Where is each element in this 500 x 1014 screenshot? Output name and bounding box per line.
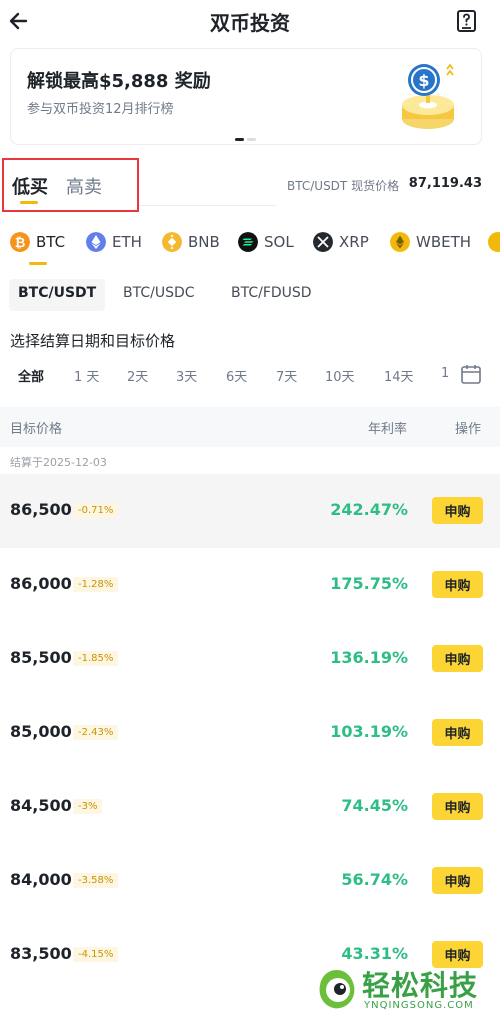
price-diff-badge: -1.85% (73, 651, 119, 666)
svg-text:₿: ₿ (15, 236, 26, 251)
tab-sell-high[interactable]: 高卖 (66, 173, 102, 199)
date-option[interactable]: 14天 (384, 366, 414, 385)
table-row[interactable]: 85,000 -2.43% 103.19% 申购 (0, 696, 500, 770)
subscribe-button[interactable]: 申购 (432, 645, 483, 672)
target-price: 85,500 (10, 648, 72, 667)
bnb-icon (162, 232, 182, 252)
target-price: 84,500 (10, 796, 72, 815)
coin-label: ETH (112, 233, 142, 251)
coin-label: XRP (339, 233, 369, 251)
price-diff-badge: -3% (73, 799, 103, 814)
active-coin-indicator (29, 262, 47, 265)
date-option[interactable]: 1 天 (74, 366, 99, 385)
pair-btc-usdt[interactable]: BTC/USDT (9, 279, 106, 311)
date-option-all[interactable]: 全部 (18, 366, 44, 385)
watermark-logo-icon (319, 970, 355, 1009)
coin-label: BTC (36, 233, 66, 251)
table-header: 目标价格 年利率 操作 (0, 407, 500, 447)
coin-btc[interactable]: ₿ BTC (10, 232, 65, 252)
price-diff-badge: -3.58% (73, 873, 119, 888)
date-option[interactable]: 7天 (276, 366, 297, 385)
apy-value: 74.45% (341, 796, 408, 815)
usdc-coin-reward-illustration: $ (402, 63, 454, 129)
coin-label: SOL (264, 233, 294, 251)
apy-value: 175.75% (330, 574, 408, 593)
watermark-text: 轻松科技 (362, 969, 479, 1002)
pair-btc-usdc[interactable]: BTC/USDC (114, 279, 204, 311)
column-action: 操作 (455, 422, 482, 437)
coin-xrp[interactable]: XRP (313, 232, 369, 252)
coin-selector: ₿ BTC ETH BNB SOL XRP WBETH (0, 226, 500, 266)
column-apy: 年利率 (368, 422, 408, 437)
target-price: 83,500 (10, 944, 72, 963)
target-price: 84,000 (10, 870, 72, 889)
apy-value: 103.19% (330, 722, 408, 741)
subscribe-button[interactable]: 申购 (432, 719, 483, 746)
apy-value: 136.19% (330, 648, 408, 667)
settlement-section-title: 选择结算日期和目标价格 (10, 332, 176, 350)
svg-text:$: $ (418, 71, 429, 90)
table-row[interactable]: 84,500 -3% 74.45% 申购 (0, 770, 500, 844)
eth-icon (86, 232, 106, 252)
price-diff-badge: -0.71% (73, 503, 119, 518)
date-option[interactable]: 3天 (176, 366, 197, 385)
carousel-dot[interactable] (235, 138, 244, 141)
banner-subtitle: 参与双币投资12月排行榜 (27, 102, 174, 117)
coin-eth[interactable]: ETH (86, 232, 142, 252)
tab-buy-low[interactable]: 低买 (12, 173, 48, 199)
xrp-icon (313, 232, 333, 252)
watermark-url: YNQINGSONG.COM (364, 1000, 474, 1011)
promo-banner[interactable]: 解锁最高$5,888 奖励 参与双币投资12月排行榜 $ (10, 48, 482, 145)
table-row[interactable]: 84,000 -3.58% 56.74% 申购 (0, 844, 500, 918)
column-target-price: 目标价格 (10, 422, 63, 437)
carousel-dot[interactable] (247, 138, 256, 141)
apy-value: 56.74% (341, 870, 408, 889)
apy-value: 43.31% (341, 944, 408, 963)
date-option[interactable]: 6天 (226, 366, 247, 385)
coin-bnb[interactable]: BNB (162, 232, 220, 252)
price-diff-badge: -1.28% (73, 577, 119, 592)
date-filter: 全部 1 天 2天 3天 6天 7天 10天 14天 1 (0, 362, 460, 388)
subscribe-button[interactable]: 申购 (432, 793, 483, 820)
target-price: 86,000 (10, 574, 72, 593)
calendar-icon[interactable] (460, 363, 482, 385)
coin-label: BNB (188, 233, 220, 251)
date-option[interactable]: 10天 (325, 366, 355, 385)
top-bar: 双币投资 (0, 0, 500, 42)
subscribe-button[interactable]: 申购 (432, 867, 483, 894)
question-doc-icon[interactable] (456, 9, 478, 33)
coin-label: WBETH (416, 233, 472, 251)
btc-icon: ₿ (10, 232, 30, 252)
subscribe-button[interactable]: 申购 (432, 571, 483, 598)
tabs-divider (139, 205, 276, 206)
date-option[interactable]: 2天 (127, 366, 148, 385)
coin-wbeth[interactable]: WBETH (390, 232, 471, 252)
sol-icon (238, 232, 258, 252)
subscribe-button[interactable]: 申购 (432, 497, 483, 524)
spot-price-value: 87,119.43 (408, 176, 482, 191)
watermark: 轻松科技 YNQINGSONG.COM (314, 966, 500, 1014)
price-diff-badge: -2.43% (73, 725, 119, 740)
pair-btc-fdusd[interactable]: BTC/FDUSD (222, 279, 321, 311)
target-price: 86,500 (10, 500, 72, 519)
price-diff-badge: -4.15% (73, 947, 119, 962)
carousel-indicator (235, 138, 256, 141)
settlement-date: 结算于2025-12-03 (10, 456, 107, 469)
date-option[interactable]: 1 (441, 366, 449, 381)
target-price: 85,000 (10, 722, 72, 741)
spot-price-label: BTC/USDT 现货价格 (287, 179, 400, 193)
table-row[interactable]: 86,000 -1.28% 175.75% 申购 (0, 548, 500, 622)
active-tab-indicator (20, 201, 38, 204)
wbeth-icon (390, 232, 410, 252)
apy-value: 242.47% (330, 500, 408, 519)
banner-title: 解锁最高$5,888 奖励 (27, 71, 211, 92)
table-row[interactable]: 85,500 -1.85% 136.19% 申购 (0, 622, 500, 696)
direction-tabs: 低买 高卖 (2, 158, 139, 212)
coin-sol[interactable]: SOL (238, 232, 294, 252)
coin-partial-icon (488, 232, 500, 252)
page-title: 双币投资 (210, 11, 290, 35)
table-row[interactable]: 86,500 -0.71% 242.47% 申购 (0, 474, 500, 548)
coin-next[interactable] (488, 232, 500, 252)
